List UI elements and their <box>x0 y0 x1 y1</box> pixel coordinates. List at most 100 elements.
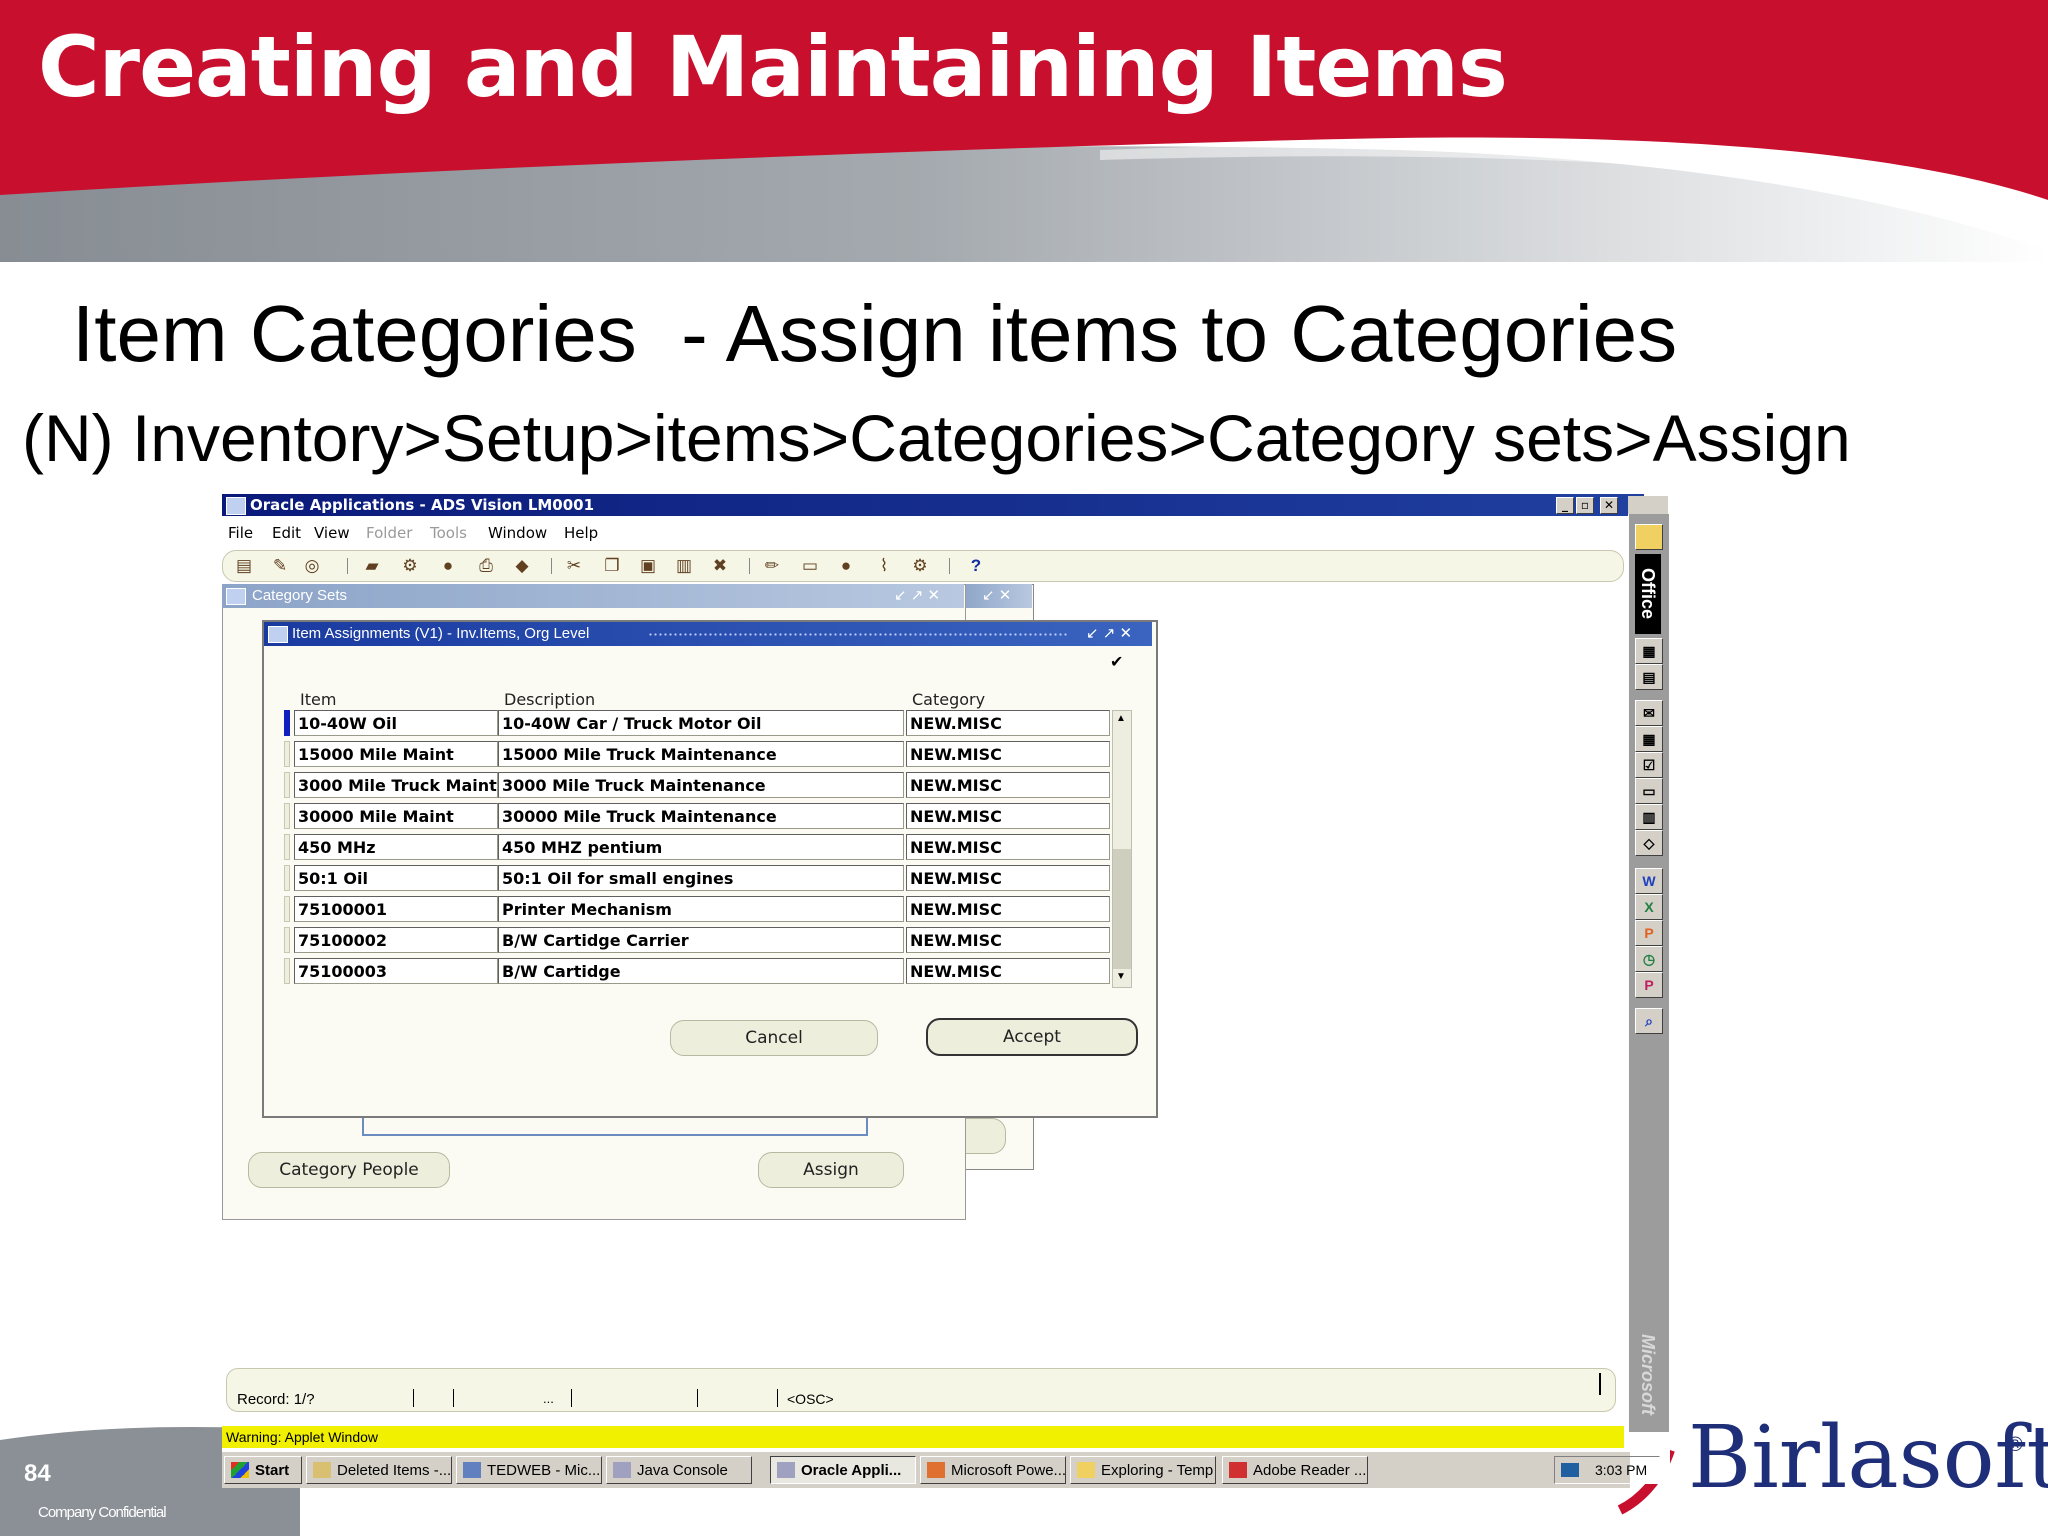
row-indicator[interactable] <box>284 710 290 736</box>
copy-icon[interactable]: ❐ <box>601 555 623 577</box>
task-tedweb[interactable]: TEDWEB - Mic... <box>456 1456 602 1484</box>
item-assignments-window-controls-icon[interactable]: ↙ ↗ ✕ <box>1086 624 1132 642</box>
background-window-button[interactable] <box>964 1118 1006 1154</box>
paste-icon[interactable]: ▣ <box>637 555 659 577</box>
accept-button[interactable]: Accept <box>926 1018 1138 1056</box>
row-indicator[interactable] <box>284 803 290 829</box>
close-form-icon[interactable]: ◆ <box>511 555 533 577</box>
excel-icon[interactable]: X <box>1635 894 1663 920</box>
cell-item[interactable]: 50:1 Oil <box>294 865 498 891</box>
print-icon[interactable]: ⎙ <box>475 555 497 577</box>
task-java-console[interactable]: Java Console <box>606 1456 752 1484</box>
cell-item[interactable]: 3000 Mile Truck Maint <box>294 772 498 798</box>
task-oracle-applications[interactable]: Oracle Appli... <box>770 1456 916 1484</box>
cell-description[interactable]: 10-40W Car / Truck Motor Oil <box>498 710 904 736</box>
task-adobe-reader[interactable]: Adobe Reader ... <box>1222 1456 1368 1484</box>
cell-description[interactable]: 450 MHZ pentium <box>498 834 904 860</box>
save-icon[interactable]: ▰ <box>361 555 383 577</box>
cell-description[interactable]: 3000 Mile Truck Maintenance <box>498 772 904 798</box>
cell-description[interactable]: Printer Mechanism <box>498 896 904 922</box>
cell-description[interactable]: 50:1 Oil for small engines <box>498 865 904 891</box>
scroll-up-icon[interactable]: ▲ <box>1116 713 1126 724</box>
start-button[interactable]: Start <box>224 1456 302 1484</box>
office-folder-icon[interactable] <box>1635 524 1663 550</box>
network-icon[interactable] <box>1561 1463 1579 1477</box>
cell-description[interactable]: 30000 Mile Truck Maintenance <box>498 803 904 829</box>
task-powerpoint[interactable]: Microsoft Powe... <box>920 1456 1066 1484</box>
new-record-icon[interactable]: ▤ <box>233 555 255 577</box>
office-favorites-icon[interactable]: ▤ <box>1635 664 1663 690</box>
vertical-scrollbar[interactable]: ▲ ▼ <box>1112 710 1132 988</box>
cell-category[interactable]: NEW.MISC <box>906 958 1110 984</box>
cell-category[interactable]: NEW.MISC <box>906 772 1110 798</box>
row-indicator[interactable] <box>284 772 290 798</box>
minimize-button[interactable]: _ <box>1556 497 1574 514</box>
navigator-icon[interactable]: ◎ <box>301 555 323 577</box>
new-appointment-icon[interactable]: ▦ <box>1635 726 1663 752</box>
close-button[interactable]: ✕ <box>1600 497 1618 514</box>
task-deleted-items[interactable]: Deleted Items -... <box>306 1456 452 1484</box>
switch-responsibility-icon[interactable]: ● <box>437 555 459 577</box>
cell-category[interactable]: NEW.MISC <box>906 896 1110 922</box>
new-message-icon[interactable]: ✉ <box>1635 700 1663 726</box>
menu-view[interactable]: View <box>314 524 350 542</box>
cell-item[interactable]: 15000 Mile Maint <box>294 741 498 767</box>
row-indicator[interactable] <box>284 896 290 922</box>
cell-category[interactable]: NEW.MISC <box>906 803 1110 829</box>
row-indicator[interactable] <box>284 741 290 767</box>
publisher-icon[interactable]: P <box>1635 972 1663 998</box>
cell-item[interactable]: 75100002 <box>294 927 498 953</box>
cell-item[interactable]: 75100003 <box>294 958 498 984</box>
cell-category[interactable]: NEW.MISC <box>906 741 1110 767</box>
new-contact-icon[interactable]: ▭ <box>1635 778 1663 804</box>
cell-item[interactable]: 75100001 <box>294 896 498 922</box>
cell-category[interactable]: NEW.MISC <box>906 865 1110 891</box>
new-journal-icon[interactable]: ▥ <box>1635 804 1663 830</box>
office-search-icon[interactable]: ⌕ <box>1635 1008 1663 1034</box>
help-icon[interactable]: ? <box>965 555 987 577</box>
cell-category[interactable]: NEW.MISC <box>906 710 1110 736</box>
cell-description[interactable]: B/W Cartidge <box>498 958 904 984</box>
row-indicator[interactable] <box>284 927 290 953</box>
cancel-button[interactable]: Cancel <box>670 1020 878 1056</box>
cell-description[interactable]: B/W Cartidge Carrier <box>498 927 904 953</box>
cell-item[interactable]: 450 MHz <box>294 834 498 860</box>
cell-description[interactable]: 15000 Mile Truck Maintenance <box>498 741 904 767</box>
new-task-icon[interactable]: ☑ <box>1635 752 1663 778</box>
cell-category[interactable]: NEW.MISC <box>906 927 1110 953</box>
cut-icon[interactable]: ✂ <box>563 555 585 577</box>
zoom-icon[interactable]: ▭ <box>799 555 821 577</box>
cell-item[interactable]: 10-40W Oil <box>294 710 498 736</box>
translations-icon[interactable]: ● <box>835 555 857 577</box>
new-note-icon[interactable]: ◇ <box>1635 830 1663 856</box>
background-window-controls-icon[interactable]: ↙ ✕ <box>982 586 1011 604</box>
assign-button[interactable]: Assign <box>758 1152 904 1188</box>
delete-record-icon[interactable]: ✖ <box>709 555 731 577</box>
menu-help[interactable]: Help <box>564 524 598 542</box>
category-people-button[interactable]: Category People <box>248 1152 450 1188</box>
row-indicator[interactable] <box>284 958 290 984</box>
attachments-icon[interactable]: ⌇ <box>873 555 895 577</box>
next-step-icon[interactable]: ⚙ <box>399 555 421 577</box>
powerpoint-icon[interactable]: P <box>1635 920 1663 946</box>
cell-category[interactable]: NEW.MISC <box>906 834 1110 860</box>
office-clock-icon[interactable]: ◷ <box>1635 946 1663 972</box>
menu-folder[interactable]: Folder <box>366 524 412 542</box>
scroll-thumb[interactable] <box>1113 849 1131 969</box>
cell-item[interactable]: 30000 Mile Maint <box>294 803 498 829</box>
clear-record-icon[interactable]: ▥ <box>673 555 695 577</box>
restore-button[interactable]: ▫ <box>1576 497 1594 514</box>
office-bar-handle[interactable] <box>1628 496 1668 514</box>
find-icon[interactable]: ✎ <box>269 555 291 577</box>
edit-field-icon[interactable]: ✏ <box>761 555 783 577</box>
menu-tools[interactable]: Tools <box>430 524 467 542</box>
row-indicator[interactable] <box>284 865 290 891</box>
menu-window[interactable]: Window <box>488 524 547 542</box>
word-icon[interactable]: W <box>1635 868 1663 894</box>
office-desktop-icon[interactable]: ▦ <box>1635 638 1663 664</box>
menu-edit[interactable]: Edit <box>272 524 301 542</box>
folder-tools-icon[interactable]: ⚙ <box>909 555 931 577</box>
menu-file[interactable]: File <box>228 524 253 542</box>
row-indicator[interactable] <box>284 834 290 860</box>
category-sets-window-controls-icon[interactable]: ↙ ↗ ✕ <box>894 586 940 604</box>
